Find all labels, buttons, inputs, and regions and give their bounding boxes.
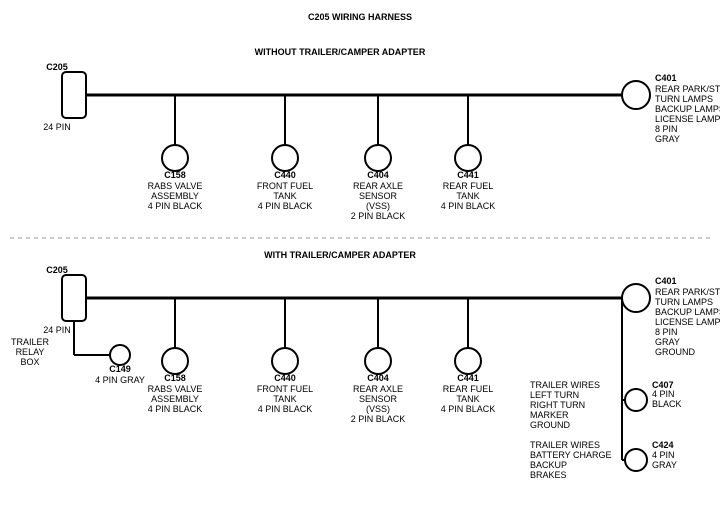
- section2-c441-l3: 4 PIN BLACK: [441, 404, 496, 414]
- section2-c158-l3: 4 PIN BLACK: [148, 404, 203, 414]
- section2-c149-pins: 4 PIN GRAY: [95, 375, 145, 385]
- section2-c158-id: C158: [164, 373, 186, 383]
- section2-c158-l2: ASSEMBLY: [151, 394, 199, 404]
- section1-c440-l1: FRONT FUEL: [257, 181, 313, 191]
- section2-c407-l2: LEFT TURN: [530, 390, 579, 400]
- section1-c158-l3: 4 PIN BLACK: [148, 201, 203, 211]
- section1-24pin-label: 24 PIN: [43, 122, 71, 132]
- section2-c404-l1: REAR AXLE: [353, 384, 403, 394]
- section1-c401-8pin: 8 PIN: [655, 124, 678, 134]
- section1-c158-l2: ASSEMBLY: [151, 191, 199, 201]
- section2-c404-l2: SENSOR: [359, 394, 398, 404]
- section2-c424-l4: BRAKES: [530, 470, 567, 480]
- section2-c441-connector: [455, 348, 481, 374]
- section2-relay-l2: RELAY: [16, 347, 45, 357]
- section2-c407-black: BLACK: [652, 399, 682, 409]
- section1-c440-l3: 4 PIN BLACK: [258, 201, 313, 211]
- section2-c407-l3: RIGHT TURN: [530, 400, 585, 410]
- section1-c401-desc2: TURN LAMPS: [655, 94, 713, 104]
- section1-c401-desc4: LICENSE LAMPS: [655, 114, 720, 124]
- section1-right-connector: [622, 81, 650, 109]
- section2-c440-l3: 4 PIN BLACK: [258, 404, 313, 414]
- section2-c440-l1: FRONT FUEL: [257, 384, 313, 394]
- section1-c440-id: C440: [274, 170, 296, 180]
- section1-c404-l4: 2 PIN BLACK: [351, 211, 406, 221]
- section2-c424-pins: 4 PIN: [652, 450, 675, 460]
- section2-c424-l1: TRAILER WIRES: [530, 440, 600, 450]
- section1-c441-id: C441: [457, 170, 479, 180]
- section1-c404-l3: (VSS): [366, 201, 390, 211]
- section2-c424-l3: BACKUP: [530, 460, 567, 470]
- section2-c401-desc3: BACKUP LAMPS: [655, 307, 720, 317]
- section2-c407-l5: GROUND: [530, 420, 570, 430]
- section1-c401-label: C401: [655, 73, 677, 83]
- section2-right-connector: [622, 284, 650, 312]
- section1-c441-l3: 4 PIN BLACK: [441, 201, 496, 211]
- section1-c404-connector: [365, 145, 391, 171]
- section1-c441-l1: REAR FUEL: [443, 181, 494, 191]
- section1-c440-l2: TANK: [273, 191, 296, 201]
- section2-c441-l1: REAR FUEL: [443, 384, 494, 394]
- section2-c424-connector: [625, 449, 647, 471]
- section2-c149-connector: [110, 345, 130, 365]
- section1-c440-connector: [272, 145, 298, 171]
- section2-relay-l3: BOX: [20, 357, 39, 367]
- section1-c404-id: C404: [367, 170, 389, 180]
- section2-c424-l2: BATTERY CHARGE: [530, 450, 612, 460]
- section1-c441-l2: TANK: [456, 191, 479, 201]
- section2-left-connector: [62, 275, 86, 321]
- section2-c149-id: C149: [109, 364, 131, 374]
- section2-c404-l4: 2 PIN BLACK: [351, 414, 406, 424]
- section2-c205-label: C205: [46, 265, 68, 275]
- section1-c404-l1: REAR AXLE: [353, 181, 403, 191]
- section1-c401-desc3: BACKUP LAMPS: [655, 104, 720, 114]
- section2-c401-8pin: 8 PIN: [655, 327, 678, 337]
- section2-c404-id: C404: [367, 373, 389, 383]
- section2-c404-l3: (VSS): [366, 404, 390, 414]
- section2-c158-connector: [162, 348, 188, 374]
- section2-c401-desc4: LICENSE LAMPS: [655, 317, 720, 327]
- section2-relay-l1: TRAILER: [11, 337, 50, 347]
- section2-c401-label: C401: [655, 276, 677, 286]
- section2-c441-l2: TANK: [456, 394, 479, 404]
- section1-c441-connector: [455, 145, 481, 171]
- section1-label: WITHOUT TRAILER/CAMPER ADAPTER: [255, 47, 426, 57]
- section2-c441-id: C441: [457, 373, 479, 383]
- section1-c404-l2: SENSOR: [359, 191, 398, 201]
- section1-c158-connector: [162, 145, 188, 171]
- section1-left-connector: [62, 72, 86, 118]
- wiring-diagram: C205 WIRING HARNESS WITHOUT TRAILER/CAMP…: [0, 0, 720, 517]
- section2-c401-gray: GRAY: [655, 337, 680, 347]
- section1-c401-desc1: REAR PARK/STOP: [655, 84, 720, 94]
- section2-c407-connector: [625, 389, 647, 411]
- section2-label: WITH TRAILER/CAMPER ADAPTER: [264, 250, 416, 260]
- section2-c404-connector: [365, 348, 391, 374]
- section2-c440-l2: TANK: [273, 394, 296, 404]
- section2-c407-l4: MARKER: [530, 410, 569, 420]
- section2-24pin-label: 24 PIN: [43, 325, 71, 335]
- section2-c401-desc2: TURN LAMPS: [655, 297, 713, 307]
- section2-c401-desc1: REAR PARK/STOP: [655, 287, 720, 297]
- section2-c440-id: C440: [274, 373, 296, 383]
- section1-c158-l1: RABS VALVE: [148, 181, 203, 191]
- section2-c424-gray: GRAY: [652, 460, 677, 470]
- diagram-container: C205 WIRING HARNESS WITHOUT TRAILER/CAMP…: [0, 0, 720, 517]
- section2-c401-ground: GROUND: [655, 347, 695, 357]
- section2-c440-connector: [272, 348, 298, 374]
- section2-c407-l1: TRAILER WIRES: [530, 380, 600, 390]
- section2-c407-pins: 4 PIN: [652, 389, 675, 399]
- section1-c158-id: C158: [164, 170, 186, 180]
- section1-c401-gray: GRAY: [655, 134, 680, 144]
- section1-c205-label: C205: [46, 62, 68, 72]
- section2-c158-l1: RABS VALVE: [148, 384, 203, 394]
- main-title: C205 WIRING HARNESS: [308, 12, 412, 22]
- section2-c424-id: C424: [652, 440, 674, 450]
